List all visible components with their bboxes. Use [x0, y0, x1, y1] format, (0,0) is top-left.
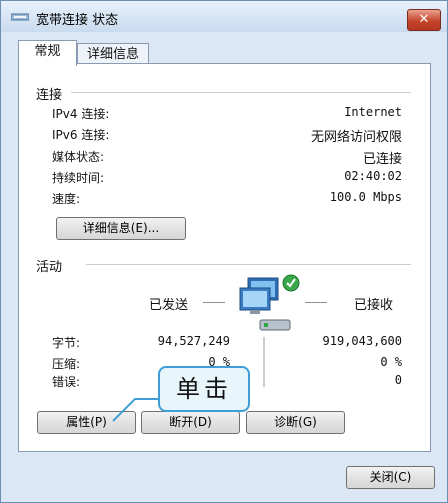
sent-label: 已发送 [149, 298, 189, 313]
close-button[interactable]: 关闭(C) [346, 466, 435, 489]
connection-heading: 连接 [36, 88, 63, 103]
compression-received-value: 0 % [380, 355, 402, 369]
speed-value: 100.0 Mbps [329, 190, 402, 204]
sent-line [203, 302, 225, 303]
received-label: 已接收 [354, 298, 394, 313]
activity-separator [263, 337, 265, 387]
network-activity-icon [239, 274, 300, 331]
activity-divider [86, 264, 411, 265]
diagnose-button[interactable]: 诊断(G) [246, 411, 345, 434]
activity-heading: 活动 [36, 260, 63, 275]
bytes-sent-value: 94,527,249 [157, 334, 230, 348]
details-button[interactable]: 详细信息(E)... [56, 217, 186, 240]
title-bar: 宽带连接 状态 ✕ [1, 1, 447, 32]
click-annotation: 单击 [158, 366, 250, 412]
status-window: 宽带连接 状态 ✕ 常规 详细信息 连接 IPv4 连接: Internet I… [0, 0, 448, 503]
tab-general[interactable]: 常规 [18, 40, 77, 66]
callout-pointer [112, 398, 160, 422]
bytes-received-value: 919,043,600 [322, 334, 402, 348]
ipv6-label: IPv6 连接: [52, 128, 110, 142]
close-window-button[interactable]: ✕ [407, 9, 441, 31]
ipv6-value: 无网络访问权限 [310, 130, 402, 145]
window-title: 宽带连接 状态 [36, 13, 119, 28]
media-state-value: 已连接 [362, 152, 402, 167]
received-line [305, 302, 327, 303]
bytes-label: 字节: [52, 336, 81, 350]
ipv4-label: IPv4 连接: [52, 107, 110, 121]
compression-label: 压缩: [52, 357, 81, 371]
network-connection-icon [11, 13, 29, 21]
duration-label: 持续时间: [52, 171, 105, 185]
errors-label: 错误: [52, 375, 81, 389]
speed-label: 速度: [52, 192, 81, 206]
errors-received-value: 0 [394, 373, 402, 387]
ipv4-value: Internet [344, 105, 402, 119]
duration-value: 02:40:02 [344, 169, 402, 183]
connection-divider [71, 92, 411, 93]
media-state-label: 媒体状态: [52, 150, 105, 164]
